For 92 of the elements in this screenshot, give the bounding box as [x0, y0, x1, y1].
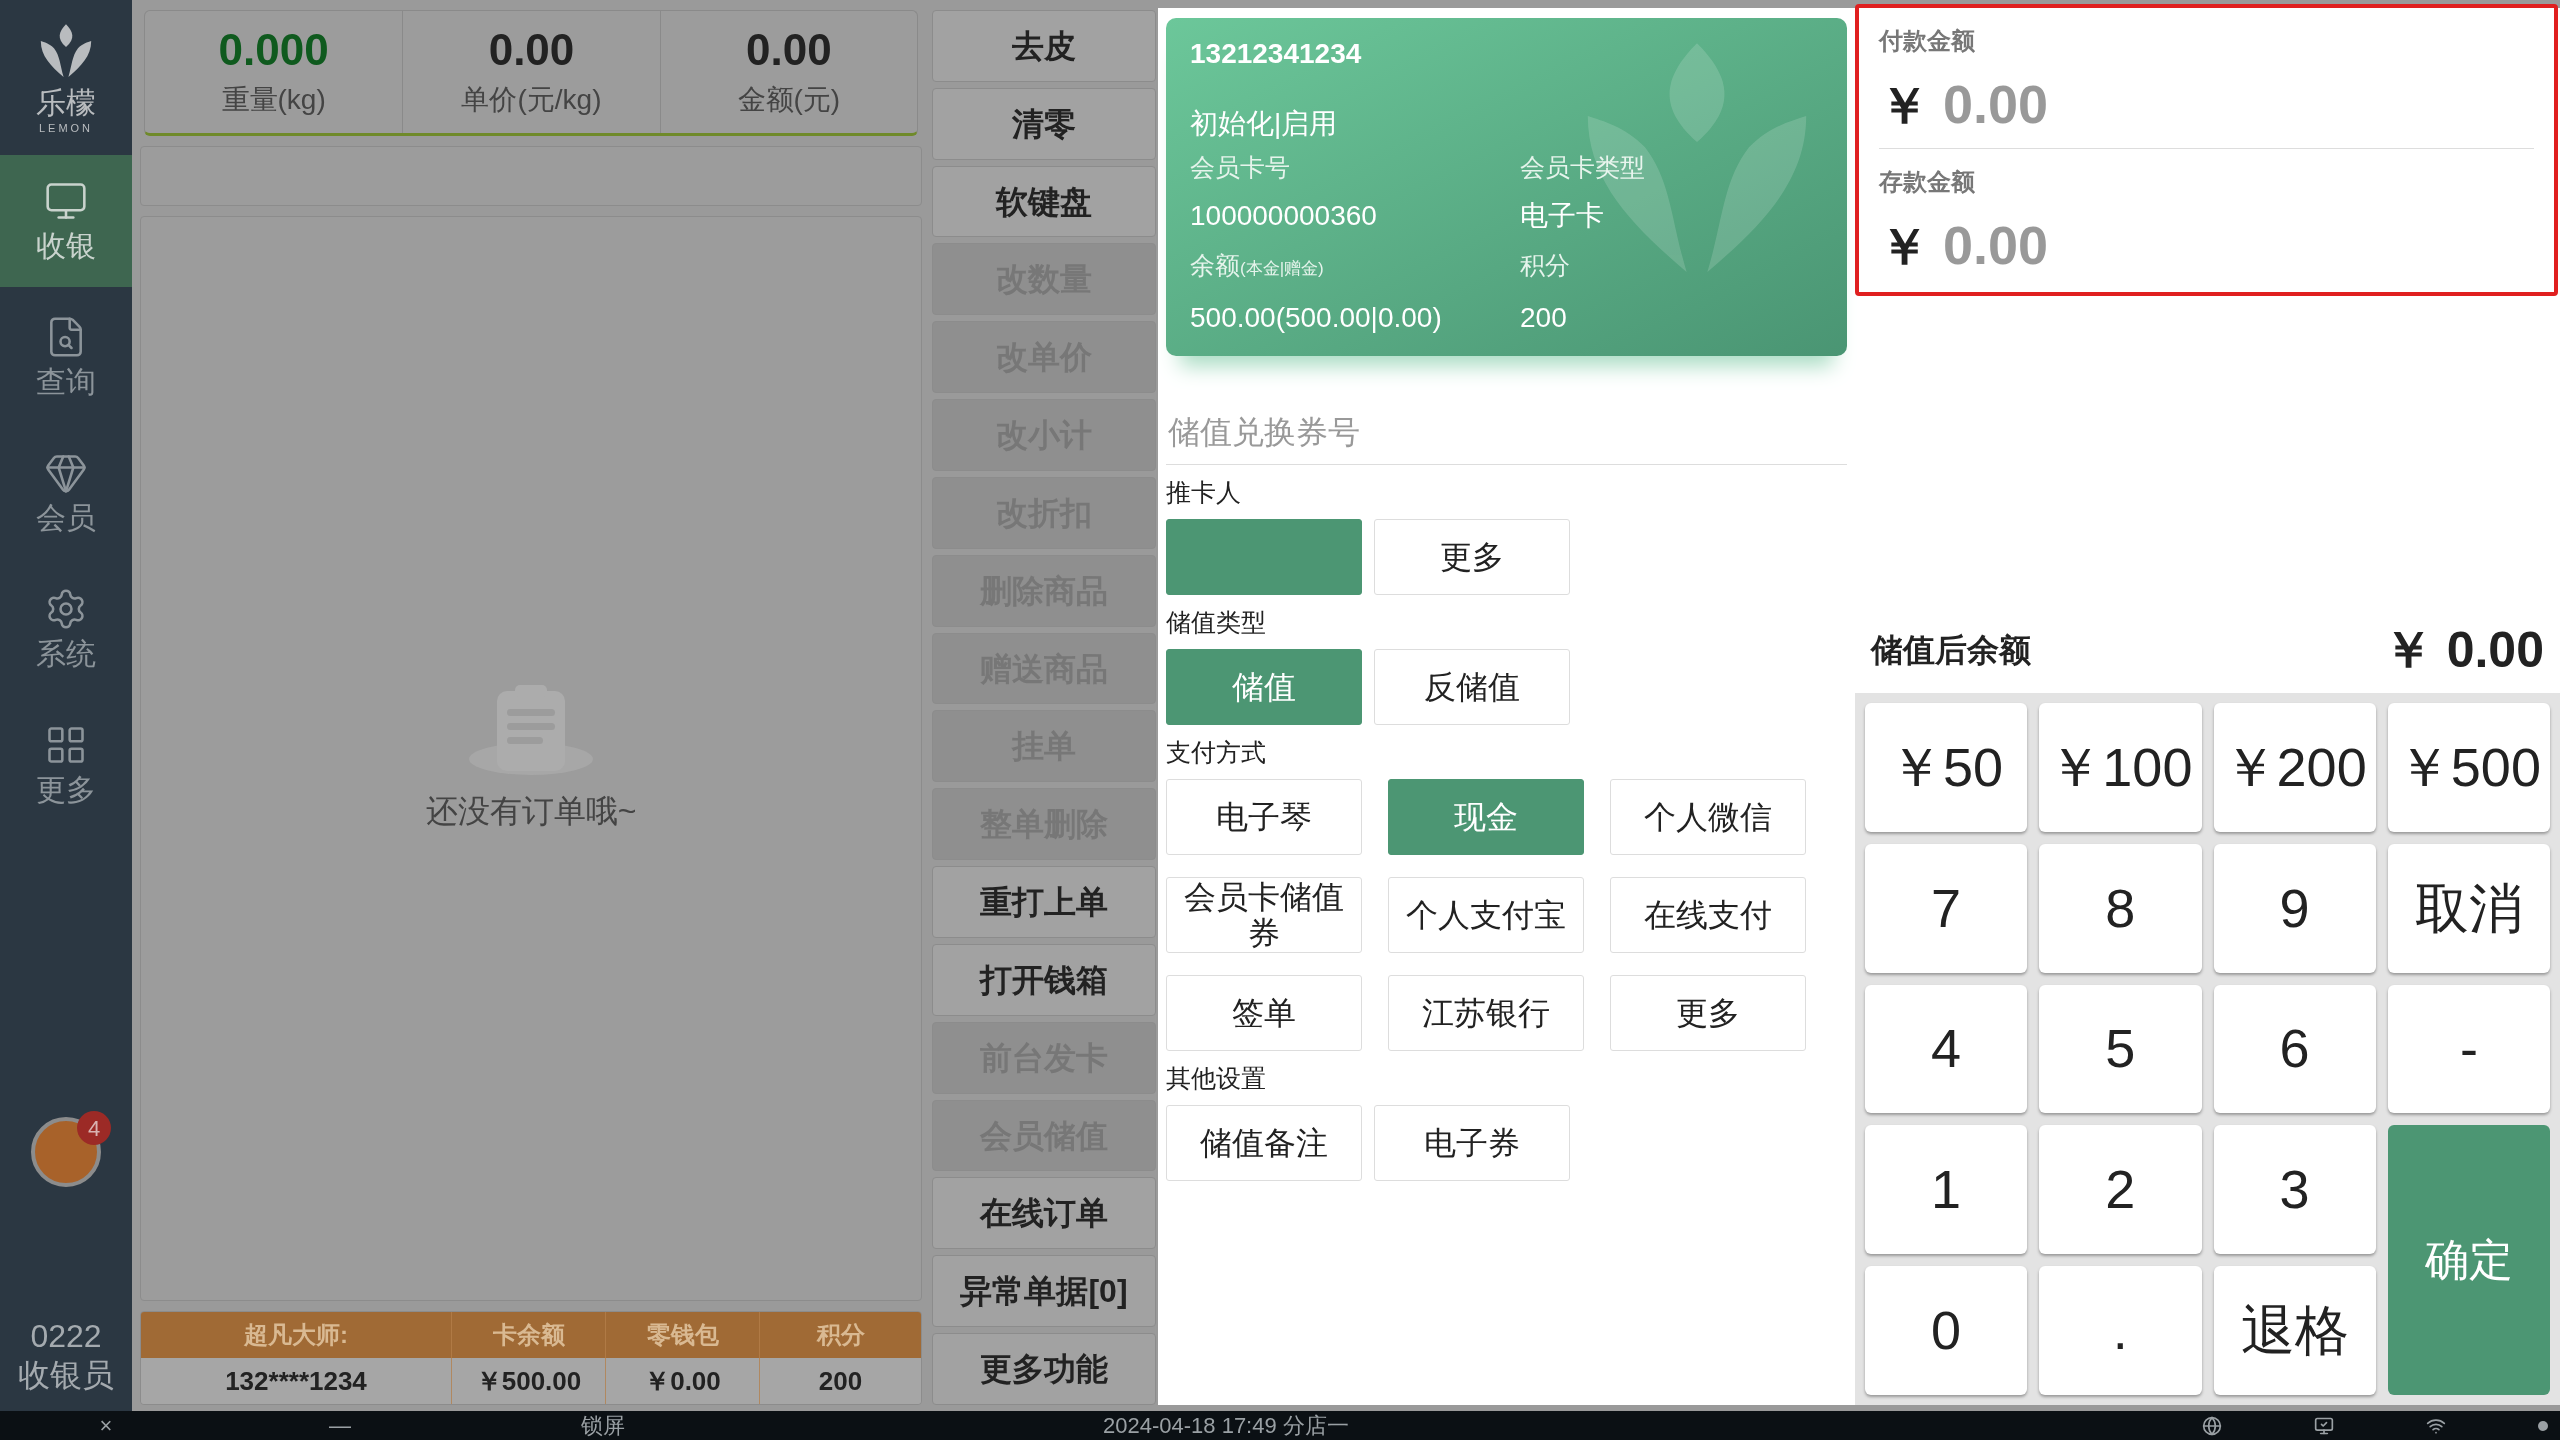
section-label: 其他设置 [1166, 1063, 1267, 1093]
card-field-value: 200 [1520, 301, 1568, 335]
lock-screen-button[interactable]: 锁屏 [581, 1411, 625, 1440]
confirm-button[interactable]: 确定 [2387, 1125, 2550, 1395]
keypad-key[interactable]: 8 [2039, 843, 2202, 973]
keypad-key[interactable]: 1 [1865, 1125, 2028, 1255]
close-button[interactable]: × [92, 1411, 120, 1440]
option-button[interactable]: 现金 [1388, 779, 1584, 855]
function-button[interactable]: 打开钱箱 [932, 943, 1156, 1016]
amount-value: 0.00 [1943, 217, 2049, 273]
table-header: 超凡大师: [243, 1320, 349, 1350]
table-cell: ￥0.00 [605, 1358, 759, 1404]
table-cell-text: 132****1234 [224, 1364, 368, 1398]
keypad-key[interactable]: 6 [2213, 984, 2376, 1114]
section-label: 推卡人 [1166, 477, 1242, 507]
option-button[interactable]: 在线支付 [1610, 877, 1806, 953]
option-button[interactable]: 个人微信 [1610, 779, 1806, 855]
currency-symbol: ￥ [1879, 78, 1929, 134]
keypad-key[interactable]: 9 [2213, 843, 2376, 973]
option-button[interactable]: 更多 [1374, 519, 1570, 595]
card-field-label: 会员卡号 [1190, 152, 1291, 183]
balance-after-label: 储值后余额 [1871, 631, 2031, 670]
amount-value: 0.00 [1943, 76, 2049, 132]
keypad-key[interactable]: ￥50 [1865, 703, 2028, 832]
keypad-key[interactable]: 3 [2213, 1125, 2376, 1255]
option-button[interactable]: 更多 [1610, 975, 1806, 1051]
keypad-key[interactable]: ￥500 [2387, 703, 2550, 832]
card-field-label: 余额(本金|赠金) [1190, 250, 1325, 281]
notification-badge: 4 [77, 1111, 111, 1145]
currency-symbol: ￥ [1879, 219, 1929, 275]
scale-label: 单价(元/kg) [461, 83, 602, 117]
datetime-store: 2024-04-18 17:49 分店一 [1103, 1411, 1349, 1440]
card-phone: 13212341234 [1190, 37, 1363, 71]
empty-message: 还没有订单哦~ [425, 791, 637, 831]
balance-after-value: ￥ 0.00 [2382, 620, 2544, 680]
card-field-label: 会员卡类型 [1520, 152, 1646, 183]
logo-text: 乐檬 [36, 86, 96, 120]
card-status: 初始化|启用 [1190, 107, 1339, 141]
keypad-key[interactable]: 7 [1865, 843, 2028, 973]
sidebar-item[interactable]: 系统 [0, 562, 132, 695]
table-cell: 200 [759, 1358, 921, 1404]
keypad-key[interactable]: 5 [2039, 984, 2202, 1114]
option-button[interactable]: 反储值 [1374, 649, 1570, 725]
scale-label: 金额(元) [737, 83, 841, 117]
scale-label: 重量(kg) [221, 83, 326, 117]
option-button[interactable]: 电子券 [1374, 1105, 1570, 1181]
card-field-label: 积分 [1520, 250, 1571, 281]
option-button[interactable]: 江苏银行 [1388, 975, 1584, 1051]
keypad-key[interactable]: 取消 [2387, 843, 2550, 973]
cashier-id: 0222 [30, 1317, 102, 1355]
keypad-key[interactable]: 4 [1865, 984, 2028, 1114]
function-button[interactable]: 清零 [932, 87, 1156, 160]
scale-value: 0.00 [746, 24, 832, 76]
globe-icon[interactable] [2202, 1415, 2222, 1436]
cashier-role: 收银员 [18, 1356, 114, 1395]
logo-subtext: LEMON [38, 121, 94, 136]
function-button[interactable]: 在线订单 [932, 1177, 1156, 1250]
function-button[interactable]: 软键盘 [932, 165, 1156, 238]
scale-value: 0.00 [488, 24, 575, 76]
monitor-icon[interactable] [2314, 1415, 2334, 1436]
keypad-key[interactable]: ￥200 [2213, 703, 2376, 832]
table-cell: ￥500.00 [451, 1358, 605, 1404]
card-field-value: 100000000360 [1190, 199, 1378, 233]
function-button[interactable]: 去皮 [932, 10, 1156, 82]
option-button[interactable]: 储值备注 [1166, 1105, 1362, 1181]
amount-label: 存款金额 [1879, 167, 1976, 197]
section-label: 储值类型 [1166, 607, 1267, 637]
card-field-value: 电子卡 [1520, 199, 1605, 233]
keypad-key[interactable]: . [2039, 1266, 2202, 1395]
option-button[interactable]: 个人支付宝 [1388, 877, 1584, 953]
option-button[interactable]: 储值 [1166, 649, 1362, 725]
function-button[interactable]: 异常单据[0] [932, 1255, 1156, 1328]
option-button[interactable]: 签单 [1166, 975, 1362, 1051]
option-button[interactable]: 会员卡储值券 [1166, 877, 1362, 953]
minimize-button[interactable]: — [326, 1411, 354, 1440]
sidebar-item[interactable]: 收银 [0, 154, 132, 287]
keypad-key[interactable]: - [2387, 984, 2550, 1114]
scale-value: 0.000 [218, 24, 329, 76]
card-field-value: 500.00(500.00|0.00) [1190, 301, 1443, 335]
function-button[interactable]: 重打上单 [932, 866, 1156, 938]
section-label: 支付方式 [1166, 737, 1267, 767]
keypad-key[interactable]: 2 [2039, 1125, 2202, 1255]
sidebar-item[interactable]: 更多 [0, 698, 132, 831]
option-button[interactable]: 电子琴 [1166, 779, 1362, 855]
coupon-input-field[interactable]: 储值兑换券号 [1166, 401, 1847, 465]
sidebar-item[interactable]: 查询 [0, 290, 132, 423]
amount-label: 付款金额 [1879, 26, 1976, 56]
keypad-key[interactable]: 退格 [2213, 1266, 2376, 1395]
keypad-key[interactable]: ￥100 [2039, 703, 2202, 832]
function-button[interactable]: 更多功能 [932, 1333, 1156, 1405]
keypad-key[interactable]: 0 [1865, 1266, 2028, 1395]
sidebar-item[interactable]: 会员 [0, 426, 132, 559]
